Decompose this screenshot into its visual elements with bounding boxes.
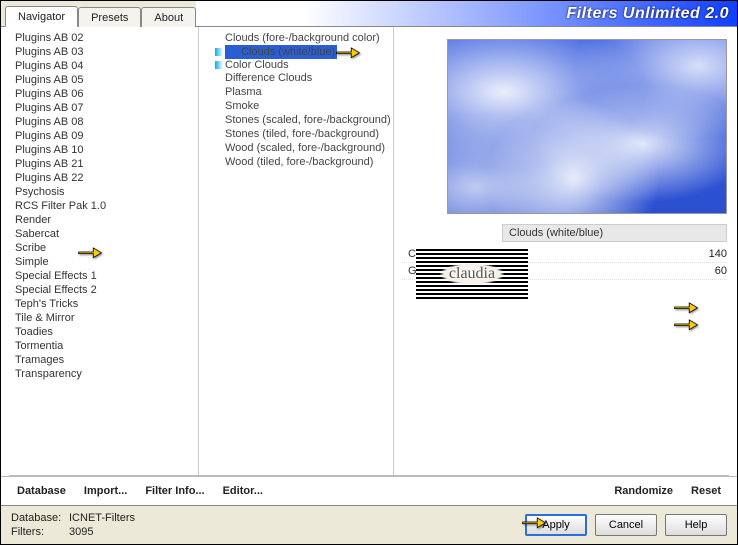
plugin-list-item[interactable]: Scribe	[1, 241, 198, 255]
plugin-list-item[interactable]: Transparency	[1, 367, 198, 381]
plugin-list-item[interactable]: Plugins AB 07	[1, 101, 198, 115]
plugin-list-item[interactable]: Plugins AB 04	[1, 59, 198, 73]
tab-about[interactable]: About	[141, 7, 196, 27]
plugin-list-item[interactable]: Sabercat	[1, 227, 198, 241]
plugin-list-item[interactable]: Plugins AB 05	[1, 73, 198, 87]
indicator-icon	[215, 61, 223, 69]
filter-list-item[interactable]: Plasma	[209, 85, 393, 99]
watermark-text: claudia	[439, 263, 505, 285]
filter-list-item[interactable]: Wood (tiled, fore-/background)	[209, 155, 393, 169]
title-strip: Filters Unlimited 2.0	[196, 1, 737, 26]
plugin-list-item[interactable]: Plugins AB 08	[1, 115, 198, 129]
plugin-list-item[interactable]: Plugins AB 03	[1, 45, 198, 59]
preview-image	[447, 39, 727, 214]
app-title: Filters Unlimited 2.0	[566, 5, 729, 23]
filter-list-item[interactable]: Stones (scaled, fore-/background)	[209, 113, 393, 127]
filters-label: Filters:	[11, 525, 69, 539]
filter-list-item[interactable]: Clouds (white/blue)	[209, 45, 393, 59]
tab-presets[interactable]: Presets	[78, 7, 141, 27]
filter-list-item[interactable]: Difference Clouds	[209, 71, 393, 85]
randomize-button[interactable]: Randomize	[608, 483, 679, 499]
plugin-list-item[interactable]: Plugins AB 10	[1, 143, 198, 157]
filter-list-item[interactable]: Stones (tiled, fore-/background)	[209, 127, 393, 141]
app-window: Navigator Presets About Filters Unlimite…	[0, 0, 738, 545]
indicator-icon	[215, 48, 223, 56]
plugin-list-item[interactable]: Special Effects 1	[1, 269, 198, 283]
plugin-list-item[interactable]: Psychosis	[1, 185, 198, 199]
filter-list-item[interactable]: Wood (scaled, fore-/background)	[209, 141, 393, 155]
import-button[interactable]: Import...	[78, 483, 133, 499]
database-button[interactable]: Database	[11, 483, 72, 499]
plugin-list-item[interactable]: Tormentia	[1, 339, 198, 353]
filter-info-button[interactable]: Filter Info...	[139, 483, 210, 499]
plugin-list-item[interactable]: Tramages	[1, 353, 198, 367]
plugin-list-item[interactable]: Tile & Mirror	[1, 311, 198, 325]
filter-list-item[interactable]: Color Clouds	[209, 59, 393, 71]
tabs: Navigator Presets About	[1, 1, 196, 26]
filter-list-item[interactable]: Smoke	[209, 99, 393, 113]
plugin-list-item[interactable]: Special Effects 2	[1, 283, 198, 297]
database-value: ICNET-Filters	[69, 511, 135, 525]
editor-button[interactable]: Editor...	[217, 483, 269, 499]
apply-button[interactable]: Apply	[525, 514, 587, 536]
main: Plugins AB 02Plugins AB 03Plugins AB 04P…	[1, 27, 737, 475]
toolbar: Database Import... Filter Info... Editor…	[1, 476, 737, 505]
plugin-list-item[interactable]: Teph's Tricks	[1, 297, 198, 311]
plugin-list-item[interactable]: Plugins AB 02	[1, 31, 198, 45]
filters-value: 3095	[69, 525, 93, 539]
plugin-list-item[interactable]: Plugins AB 22	[1, 171, 198, 185]
status-info: Database: ICNET-Filters Filters: 3095	[11, 511, 135, 539]
plugin-list-item[interactable]: Toadies	[1, 325, 198, 339]
cancel-button[interactable]: Cancel	[595, 514, 657, 536]
watermark: claudia	[416, 249, 528, 299]
plugin-list-item[interactable]: Plugins AB 21	[1, 157, 198, 171]
database-label: Database:	[11, 511, 69, 525]
param-value: 60	[695, 265, 727, 277]
plugin-list-item[interactable]: Render	[1, 213, 198, 227]
header: Navigator Presets About Filters Unlimite…	[1, 1, 737, 27]
plugin-list-item[interactable]: RCS Filter Pak 1.0	[1, 199, 198, 213]
dialog-buttons: Apply Cancel Help	[525, 514, 727, 536]
help-button[interactable]: Help	[665, 514, 727, 536]
plugin-list-item[interactable]: Simple	[1, 255, 198, 269]
tab-navigator[interactable]: Navigator	[5, 6, 78, 27]
filter-list[interactable]: Clouds (fore-/background color)Clouds (w…	[199, 27, 394, 475]
status-bar: Database: ICNET-Filters Filters: 3095 Ap…	[1, 505, 737, 544]
plugin-list-item[interactable]: Plugins AB 06	[1, 87, 198, 101]
filter-list-item[interactable]: Clouds (fore-/background color)	[209, 31, 393, 45]
reset-button[interactable]: Reset	[685, 483, 727, 499]
plugin-list-item[interactable]: Plugins AB 09	[1, 129, 198, 143]
plugin-list[interactable]: Plugins AB 02Plugins AB 03Plugins AB 04P…	[1, 27, 199, 475]
param-value: 140	[695, 248, 727, 260]
param-title: Clouds (white/blue)	[502, 224, 727, 242]
